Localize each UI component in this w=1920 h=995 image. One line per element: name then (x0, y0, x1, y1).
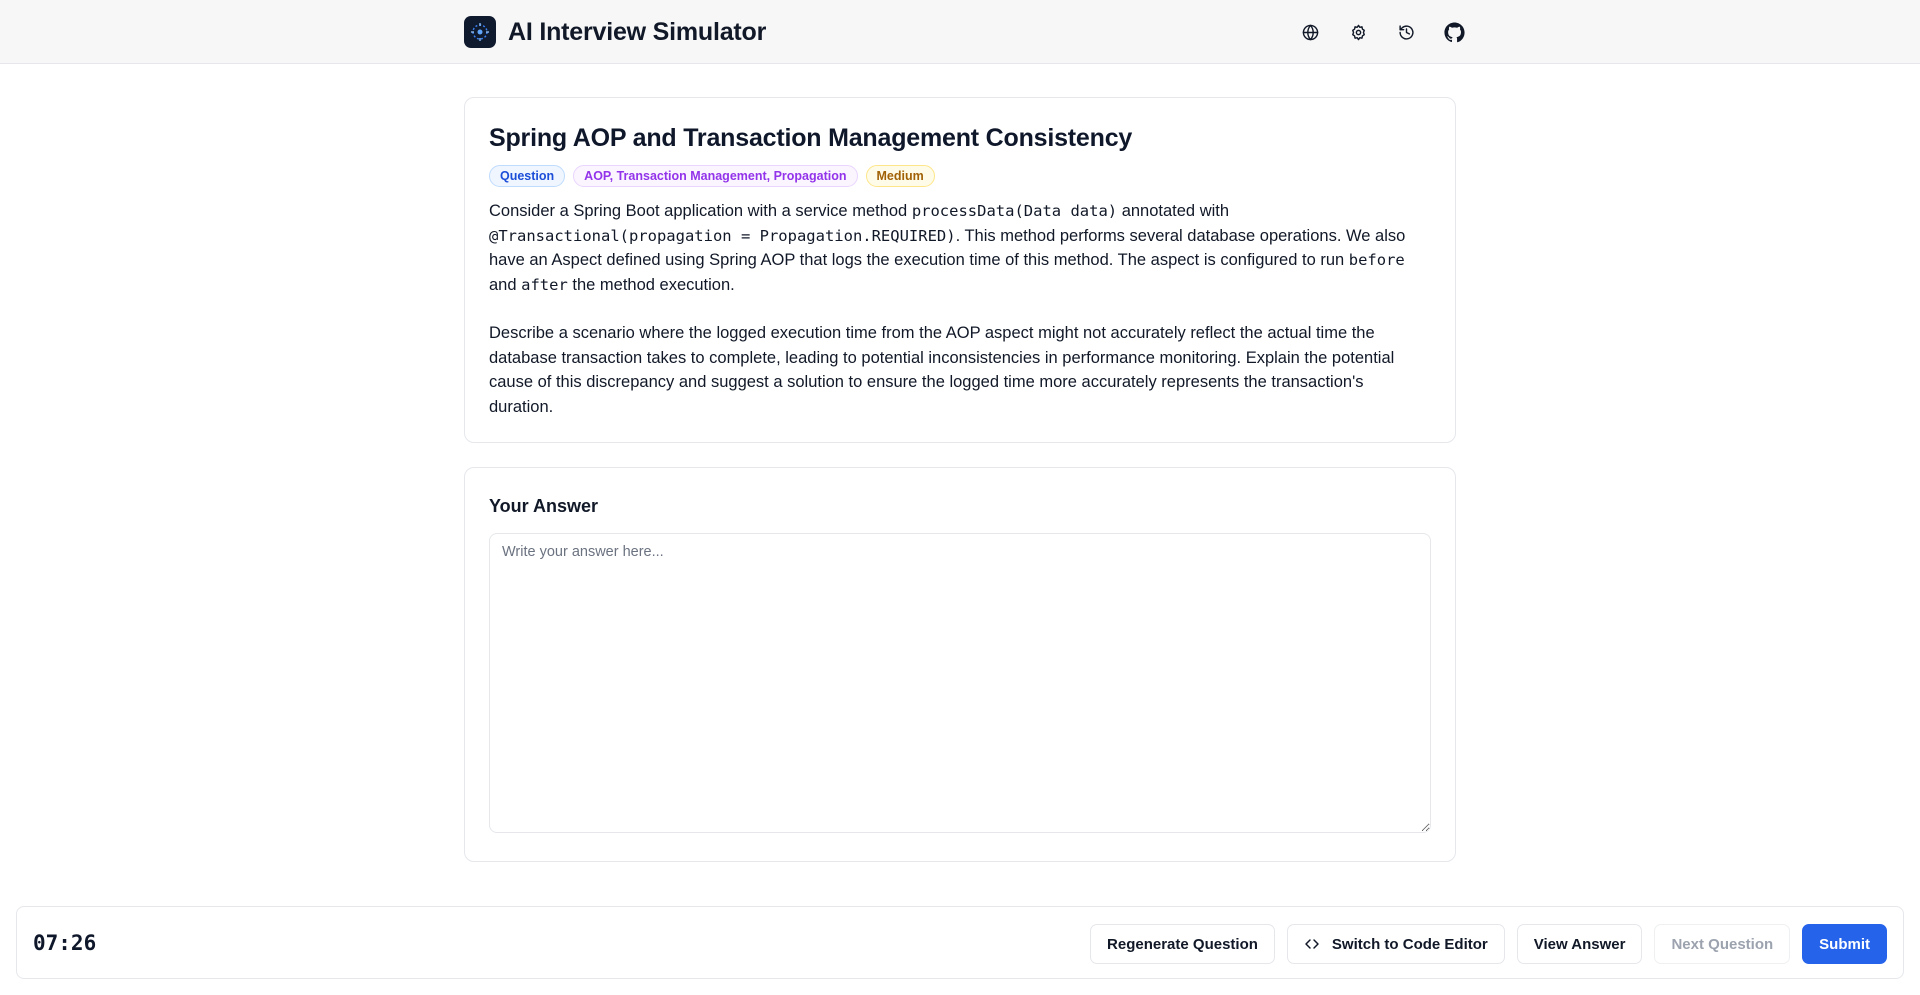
tag-topics-badge: AOP, Transaction Management, Propagation (573, 165, 858, 187)
inline-code: after (521, 275, 568, 294)
answer-card: Your Answer (464, 467, 1456, 862)
inline-code: @Transactional(propagation = Propagation… (489, 226, 956, 245)
question-text: annotated with (1117, 202, 1230, 220)
bottom-action-bar: 07:26 Regenerate Question Switch to Code… (16, 906, 1904, 979)
brand[interactable]: AI Interview Simulator (464, 16, 766, 48)
answer-heading: Your Answer (489, 496, 599, 516)
question-text: and (489, 275, 522, 294)
question-tags: Question AOP, Transaction Management, Pr… (489, 165, 1431, 187)
question-text: the method execution. (567, 275, 735, 294)
view-answer-button[interactable]: View Answer (1516, 924, 1643, 964)
inline-code: before (1348, 251, 1405, 269)
answer-textarea[interactable] (489, 533, 1431, 833)
question-body: Consider a Spring Boot application with … (489, 199, 1431, 419)
switch-editor-label: Switch to Code Editor (1331, 935, 1488, 953)
question-title: Spring AOP and Transaction Management Co… (489, 124, 1133, 152)
app-title: AI Interview Simulator (508, 17, 767, 46)
tag-type-badge: Question (489, 165, 566, 187)
gear-icon[interactable] (1346, 20, 1370, 44)
next-question-button[interactable]: Next Question (1654, 924, 1791, 964)
app-logo-icon (464, 16, 496, 48)
code-icon (1304, 936, 1320, 952)
switch-to-code-editor-button[interactable]: Switch to Code Editor (1286, 924, 1505, 964)
github-icon[interactable] (1442, 20, 1466, 44)
question-text: Consider a Spring Boot application with … (489, 202, 912, 220)
submit-button[interactable]: Submit (1802, 924, 1887, 964)
question-paragraph-2: Describe a scenario where the logged exe… (489, 324, 1395, 416)
action-buttons: Regenerate Question Switch to Code Edito… (1078, 924, 1887, 964)
inline-code: processData(Data data) (911, 202, 1118, 220)
history-icon[interactable] (1394, 20, 1418, 44)
tag-difficulty-badge: Medium (865, 165, 935, 187)
question-paragraph-1: Consider a Spring Boot application with … (489, 199, 1431, 297)
top-navbar: AI Interview Simulator (0, 0, 1920, 64)
header-actions (1298, 20, 1466, 44)
countdown-timer: 07:26 (33, 931, 97, 955)
question-card: Spring AOP and Transaction Management Co… (464, 97, 1456, 443)
globe-icon[interactable] (1298, 20, 1322, 44)
regenerate-question-button[interactable]: Regenerate Question (1090, 924, 1275, 964)
